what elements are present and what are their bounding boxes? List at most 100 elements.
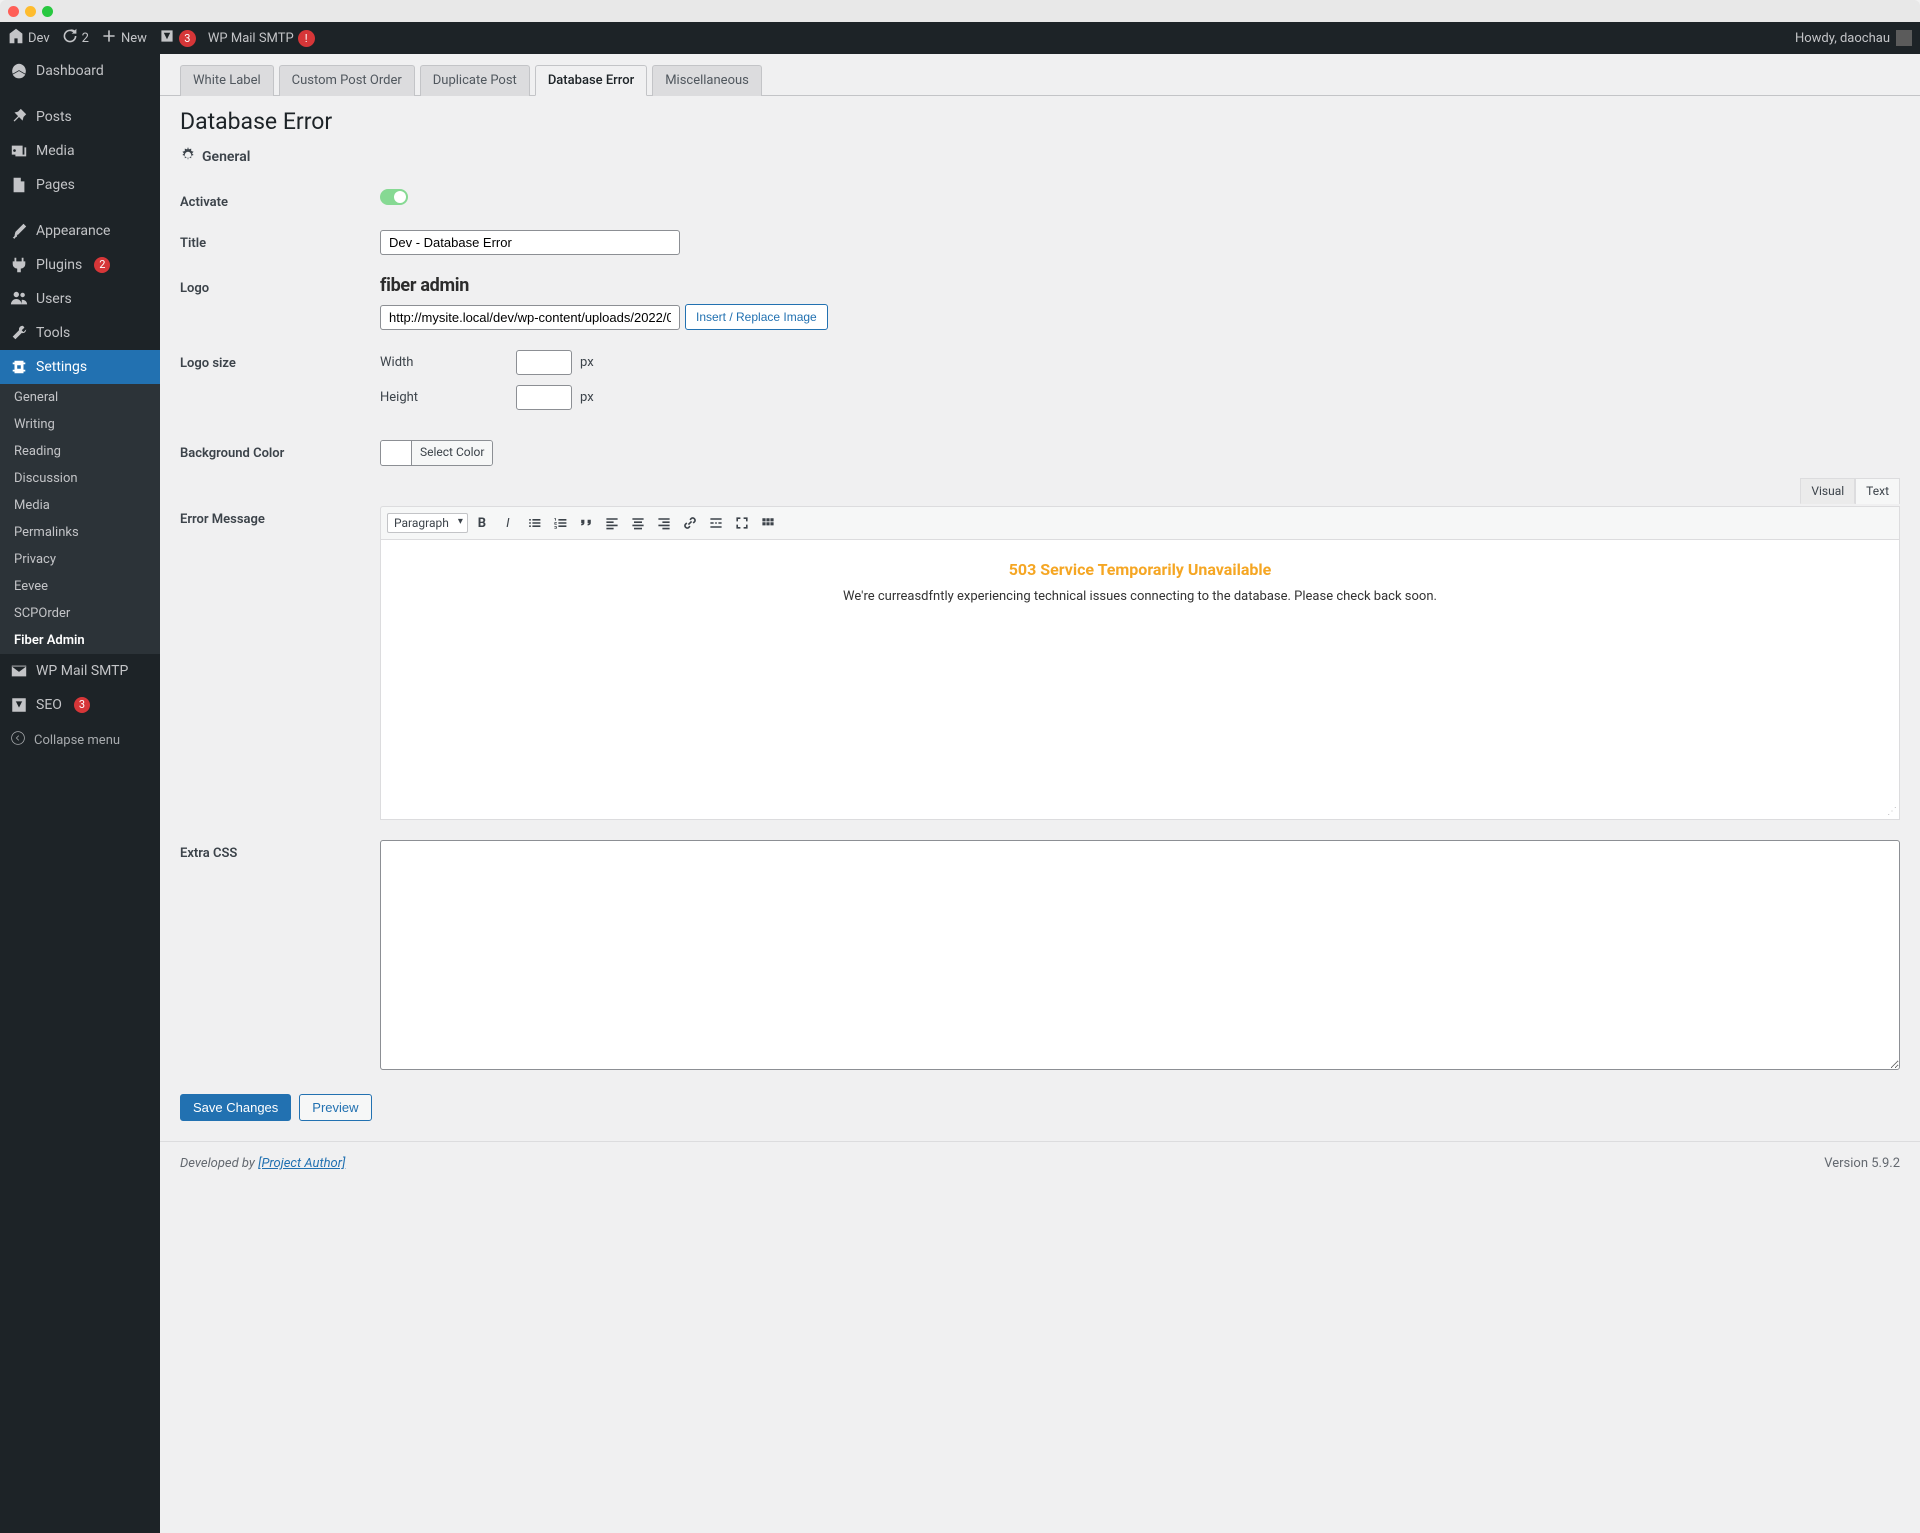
settings-submenu: General Writing Reading Discussion Media… (0, 384, 160, 654)
window-chrome (0, 0, 1920, 22)
logo-width-input[interactable] (516, 350, 572, 375)
footer-dev-text: Developed by (180, 1156, 258, 1171)
update-icon (62, 28, 78, 48)
home-icon (8, 28, 24, 48)
tab-miscellaneous[interactable]: Miscellaneous (652, 65, 762, 96)
submenu-fiberadmin[interactable]: Fiber Admin (0, 627, 160, 654)
footer-author-link[interactable]: [Project Author] (258, 1156, 345, 1171)
admin-bar-site[interactable]: Dev (8, 28, 50, 48)
label-extra-css: Extra CSS (180, 840, 380, 861)
section-general-label: General (202, 149, 250, 165)
tab-database-error[interactable]: Database Error (535, 65, 647, 96)
tab-duplicate-post[interactable]: Duplicate Post (420, 65, 530, 96)
color-picker[interactable]: Select Color (380, 440, 493, 466)
admin-bar-new[interactable]: New (101, 28, 147, 48)
collapse-menu[interactable]: Collapse menu (0, 722, 160, 758)
admin-bar-updates[interactable]: 2 (62, 28, 89, 48)
logo-height-input[interactable] (516, 385, 572, 410)
submenu-discussion[interactable]: Discussion (0, 465, 160, 492)
tools-icon (10, 324, 28, 342)
sidebar-item-users[interactable]: Users (0, 282, 160, 316)
title-input[interactable] (380, 230, 680, 255)
align-center-icon[interactable] (626, 511, 650, 535)
ulist-icon[interactable] (522, 511, 546, 535)
avatar-icon (1896, 30, 1912, 46)
label-logo-size: Logo size (180, 350, 380, 371)
link-icon[interactable] (678, 511, 702, 535)
admin-bar-new-label: New (121, 31, 147, 46)
bold-icon[interactable]: B (470, 511, 494, 535)
sidebar-item-posts[interactable]: Posts (0, 100, 160, 134)
paragraph-select[interactable]: Paragraph (387, 513, 468, 533)
sidebar-label: SEO (36, 697, 62, 713)
editor-body[interactable]: 503 Service Temporarily Unavailable We'r… (380, 540, 1900, 820)
editor-tab-visual[interactable]: Visual (1800, 478, 1855, 504)
submenu-general[interactable]: General (0, 384, 160, 411)
admin-sidebar: Dashboard Posts Media Pages Appearance P… (0, 54, 160, 1533)
plus-icon (101, 28, 117, 48)
px-label: px (580, 390, 594, 405)
insert-replace-image-button[interactable]: Insert / Replace Image (685, 304, 828, 330)
logo-preview: fiber admin (380, 275, 1900, 296)
window-maximize-icon[interactable] (42, 6, 53, 17)
quote-icon[interactable] (574, 511, 598, 535)
activate-toggle[interactable] (380, 189, 408, 205)
label-error-message: Error Message (180, 506, 380, 527)
sidebar-item-dashboard[interactable]: Dashboard (0, 54, 160, 88)
sidebar-label: Media (36, 143, 75, 159)
align-left-icon[interactable] (600, 511, 624, 535)
submenu-media[interactable]: Media (0, 492, 160, 519)
kitchen-sink-icon[interactable] (756, 511, 780, 535)
italic-icon[interactable]: I (496, 511, 520, 535)
admin-bar-yoast-badge: 3 (179, 30, 196, 47)
submenu-reading[interactable]: Reading (0, 438, 160, 465)
page-title: Database Error (160, 96, 1920, 135)
align-right-icon[interactable] (652, 511, 676, 535)
tab-white-label[interactable]: White Label (180, 65, 274, 96)
collapse-label: Collapse menu (34, 733, 120, 748)
extra-css-textarea[interactable] (380, 840, 1900, 1070)
plugin-icon (10, 256, 28, 274)
submenu-scporder[interactable]: SCPOrder (0, 600, 160, 627)
admin-bar: Dev 2 New 3 WP Mail SMTP ! Howdy, daocha… (0, 22, 1920, 54)
sidebar-item-wpmail[interactable]: WP Mail SMTP (0, 654, 160, 688)
sidebar-item-tools[interactable]: Tools (0, 316, 160, 350)
window-close-icon[interactable] (8, 6, 19, 17)
editor-tab-text[interactable]: Text (1855, 478, 1900, 504)
media-icon (10, 142, 28, 160)
tab-custom-post-order[interactable]: Custom Post Order (279, 65, 415, 96)
save-changes-button[interactable]: Save Changes (180, 1094, 291, 1121)
olist-icon[interactable] (548, 511, 572, 535)
sidebar-item-media[interactable]: Media (0, 134, 160, 168)
readmore-icon[interactable] (704, 511, 728, 535)
mail-icon (10, 662, 28, 680)
logo-url-input[interactable] (380, 305, 680, 330)
fullscreen-icon[interactable] (730, 511, 754, 535)
color-swatch (381, 441, 411, 465)
admin-bar-user[interactable]: Howdy, daochau (1795, 30, 1912, 46)
main-content: White Label Custom Post Order Duplicate … (160, 54, 1920, 1533)
footer: Developed by [Project Author] Version 5.… (160, 1141, 1920, 1185)
window-minimize-icon[interactable] (25, 6, 36, 17)
submenu-privacy[interactable]: Privacy (0, 546, 160, 573)
sidebar-item-plugins[interactable]: Plugins 2 (0, 248, 160, 282)
submenu-writing[interactable]: Writing (0, 411, 160, 438)
sidebar-item-seo[interactable]: SEO 3 (0, 688, 160, 722)
admin-bar-yoast[interactable]: 3 (159, 28, 196, 48)
tabs: White Label Custom Post Order Duplicate … (160, 54, 1920, 96)
preview-button[interactable]: Preview (299, 1094, 371, 1121)
sidebar-label: WP Mail SMTP (36, 663, 128, 679)
page-icon (10, 176, 28, 194)
resize-handle-icon[interactable]: ⋰ (1887, 806, 1897, 817)
submenu-permalinks[interactable]: Permalinks (0, 519, 160, 546)
px-label: px (580, 355, 594, 370)
settings-icon (10, 358, 28, 376)
sidebar-label: Dashboard (36, 63, 104, 79)
admin-bar-wpmail[interactable]: WP Mail SMTP ! (208, 30, 315, 47)
users-icon (10, 290, 28, 308)
submenu-eevee[interactable]: Eevee (0, 573, 160, 600)
label-width: Width (380, 355, 440, 370)
sidebar-item-settings[interactable]: Settings (0, 350, 160, 384)
sidebar-item-appearance[interactable]: Appearance (0, 214, 160, 248)
sidebar-item-pages[interactable]: Pages (0, 168, 160, 202)
